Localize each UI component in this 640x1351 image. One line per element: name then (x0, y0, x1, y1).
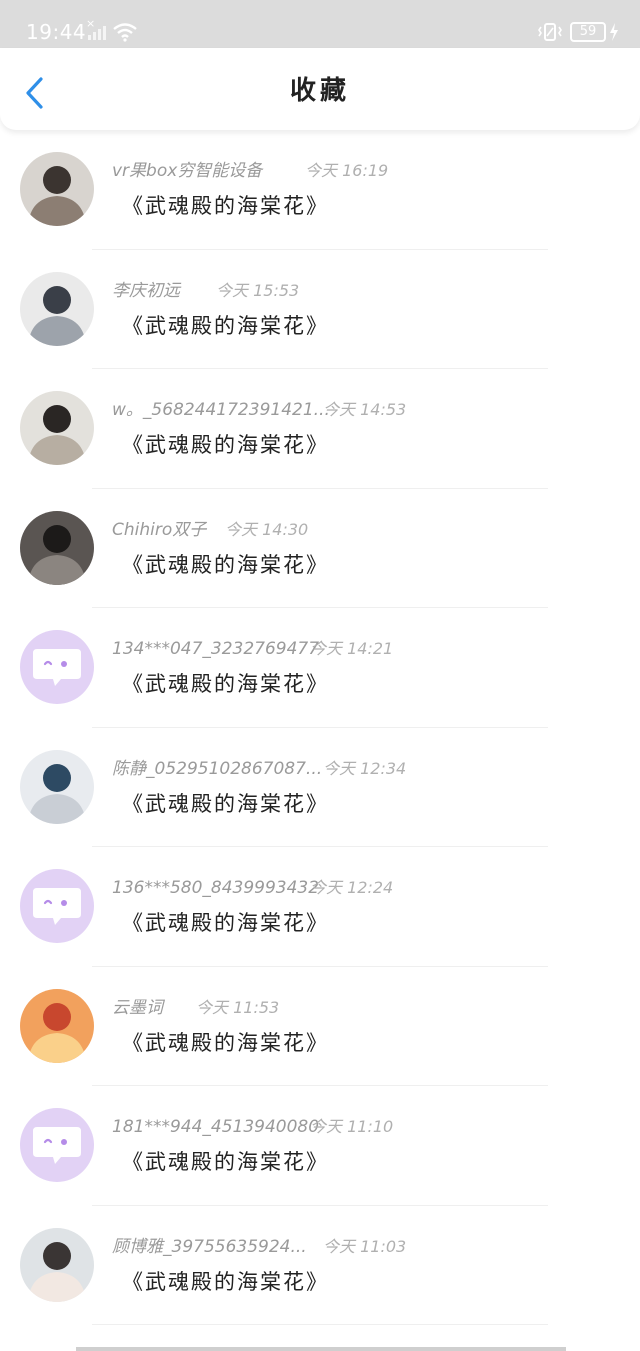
status-time: 19:44 (26, 20, 87, 44)
charging-icon (608, 22, 620, 42)
book-title[interactable]: 《武魂殿的海棠花》 (122, 1029, 329, 1057)
list-item[interactable]: Chihiro双子 今天 14:30 《武魂殿的海棠花》 (0, 489, 640, 608)
default-avatar-icon[interactable] (20, 869, 94, 943)
username[interactable]: 云墨词 (112, 997, 163, 1019)
partial-row-preview (76, 1347, 566, 1351)
avatar[interactable] (20, 988, 94, 1063)
timestamp: 今天 14:30 (225, 519, 309, 539)
list-item[interactable]: w。_568244172391421... 今天 14:53 《武魂殿的海棠花》 (0, 369, 640, 489)
username[interactable]: 134***047_3232769477 (112, 638, 319, 660)
book-title[interactable]: 《武魂殿的海棠花》 (122, 1148, 329, 1176)
favorites-list: vr果box穷智能设备 今天 16:19 《武魂殿的海棠花》 李庆初远 今天 15:53… (0, 130, 640, 1325)
timestamp: 今天 14:53 (323, 400, 407, 419)
list-item[interactable]: 云墨词 今天 11:53 《武魂殿的海棠花》 (0, 967, 640, 1086)
username[interactable]: 181***944_4513940080 (112, 1116, 319, 1138)
list-item[interactable]: 陈静_05295102867087... 今天 12:34 《武魂殿的海棠花》 (0, 728, 640, 847)
timestamp: 今天 11:10 (310, 1117, 394, 1136)
avatar[interactable] (20, 510, 94, 585)
username[interactable]: 136***580_8439993432 (112, 877, 319, 899)
username[interactable]: vr果box穷智能设备 (112, 160, 262, 182)
timestamp: 今天 12:24 (310, 878, 394, 897)
avatar[interactable] (20, 1227, 94, 1302)
default-avatar-icon[interactable] (20, 630, 94, 704)
avatar[interactable] (20, 271, 94, 346)
signal-off-icon: × (86, 17, 108, 42)
book-title[interactable]: 《武魂殿的海棠花》 (122, 551, 329, 579)
book-title[interactable]: 《武魂殿的海棠花》 (122, 431, 329, 459)
timestamp: 今天 11:03 (323, 1236, 407, 1256)
book-title[interactable]: 《武魂殿的海棠花》 (122, 909, 329, 937)
timestamp: 今天 11:53 (196, 997, 280, 1017)
timestamp: 今天 14:21 (310, 639, 394, 658)
book-title[interactable]: 《武魂殿的海棠花》 (122, 790, 329, 818)
username[interactable]: 李庆初远 (112, 280, 180, 302)
username[interactable]: 顾博雅_39755635924... (112, 1236, 307, 1258)
username[interactable]: w。_568244172391421... (112, 399, 330, 421)
username[interactable]: 陈静_05295102867087... (112, 758, 322, 780)
list-item-partial (0, 1325, 640, 1351)
svg-text:×: × (86, 18, 95, 30)
timestamp: 今天 16:19 (305, 161, 389, 180)
avatar[interactable] (20, 749, 94, 824)
book-title[interactable]: 《武魂殿的海棠花》 (122, 1268, 329, 1296)
list-item[interactable]: 181***944_4513940080 今天 11:10 《武魂殿的海棠花》 (0, 1086, 640, 1206)
timestamp: 今天 12:34 (323, 758, 407, 778)
wifi-icon (112, 22, 138, 42)
default-avatar-icon[interactable] (20, 1108, 94, 1182)
header-bar: 收藏 (0, 48, 640, 130)
book-title[interactable]: 《武魂殿的海棠花》 (122, 312, 329, 340)
list-item[interactable]: 顾博雅_39755635924... 今天 11:03 《武魂殿的海棠花》 (0, 1206, 640, 1325)
battery-icon: 59 (570, 22, 606, 42)
book-title[interactable]: 《武魂殿的海棠花》 (122, 192, 329, 220)
book-title[interactable]: 《武魂殿的海棠花》 (122, 670, 329, 698)
page-title: 收藏 (289, 76, 350, 106)
list-item[interactable]: 134***047_3232769477 今天 14:21 《武魂殿的海棠花》 (0, 608, 640, 728)
avatar[interactable] (20, 152, 94, 226)
username[interactable]: Chihiro双子 (112, 519, 206, 541)
status-bar: 19:44 × 59 (0, 0, 640, 48)
list-item[interactable]: 李庆初远 今天 15:53 《武魂殿的海棠花》 (0, 250, 640, 369)
timestamp: 今天 15:53 (216, 280, 300, 300)
list-item[interactable]: 136***580_8439993432 今天 12:24 《武魂殿的海棠花》 (0, 847, 640, 967)
list-item[interactable]: vr果box穷智能设备 今天 16:19 《武魂殿的海棠花》 (0, 130, 640, 250)
avatar[interactable] (20, 391, 94, 465)
vibrate-icon (536, 22, 564, 42)
